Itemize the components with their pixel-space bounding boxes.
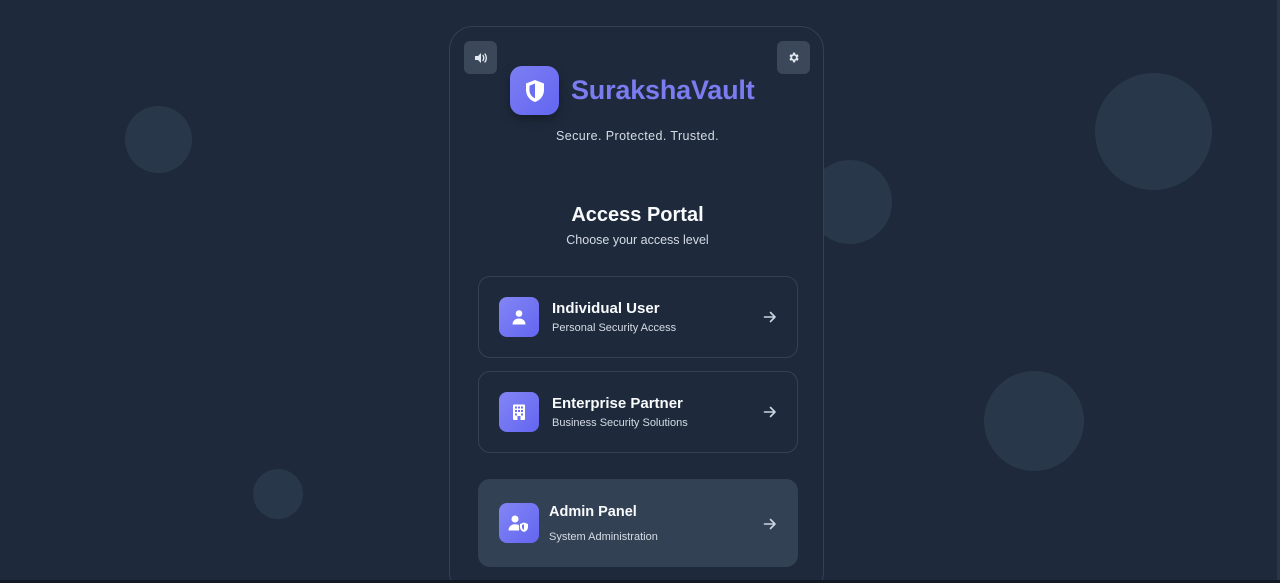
individual-user-option[interactable]: Individual User Personal Security Access — [478, 276, 798, 358]
background-bubble — [1095, 73, 1212, 190]
logo — [510, 66, 559, 115]
access-portal-card: SurakshaVault Secure. Protected. Trusted… — [449, 26, 824, 583]
option-title: Admin Panel — [549, 504, 637, 520]
page-title: Access Portal — [571, 204, 704, 226]
user-icon — [512, 310, 526, 325]
page-subtitle: Choose your access level — [566, 233, 709, 247]
background-bubble — [125, 106, 192, 173]
arrow-right-icon — [763, 311, 776, 323]
option-subtitle: System Administration — [549, 531, 658, 543]
brand-header: SurakshaVault — [510, 66, 755, 115]
option-title: Enterprise Partner — [552, 395, 683, 412]
brand-name: SurakshaVault — [571, 75, 755, 105]
option-subtitle: Personal Security Access — [552, 322, 677, 334]
shield-icon — [525, 79, 544, 102]
arrow-right-icon — [763, 406, 776, 418]
speaker-icon — [474, 52, 487, 63]
option-icon-box — [499, 392, 539, 432]
option-icon-box — [499, 297, 539, 337]
background-bubble — [984, 371, 1084, 471]
option-title: Individual User — [552, 300, 660, 317]
arrow-right-icon — [763, 518, 776, 530]
gear-icon — [789, 52, 799, 63]
option-subtitle: Business Security Solutions — [552, 417, 688, 429]
settings-button[interactable] — [777, 41, 810, 74]
sound-toggle-button[interactable] — [464, 41, 497, 74]
background-bubble — [253, 469, 303, 519]
admin-panel-option[interactable]: Admin Panel System Administration — [478, 479, 798, 567]
admin-shield-user-icon — [508, 515, 528, 532]
building-icon — [513, 404, 525, 420]
enterprise-partner-option[interactable]: Enterprise Partner Business Security Sol… — [478, 371, 798, 453]
tagline: Secure. Protected. Trusted. — [556, 129, 719, 143]
option-icon-box — [499, 503, 539, 543]
